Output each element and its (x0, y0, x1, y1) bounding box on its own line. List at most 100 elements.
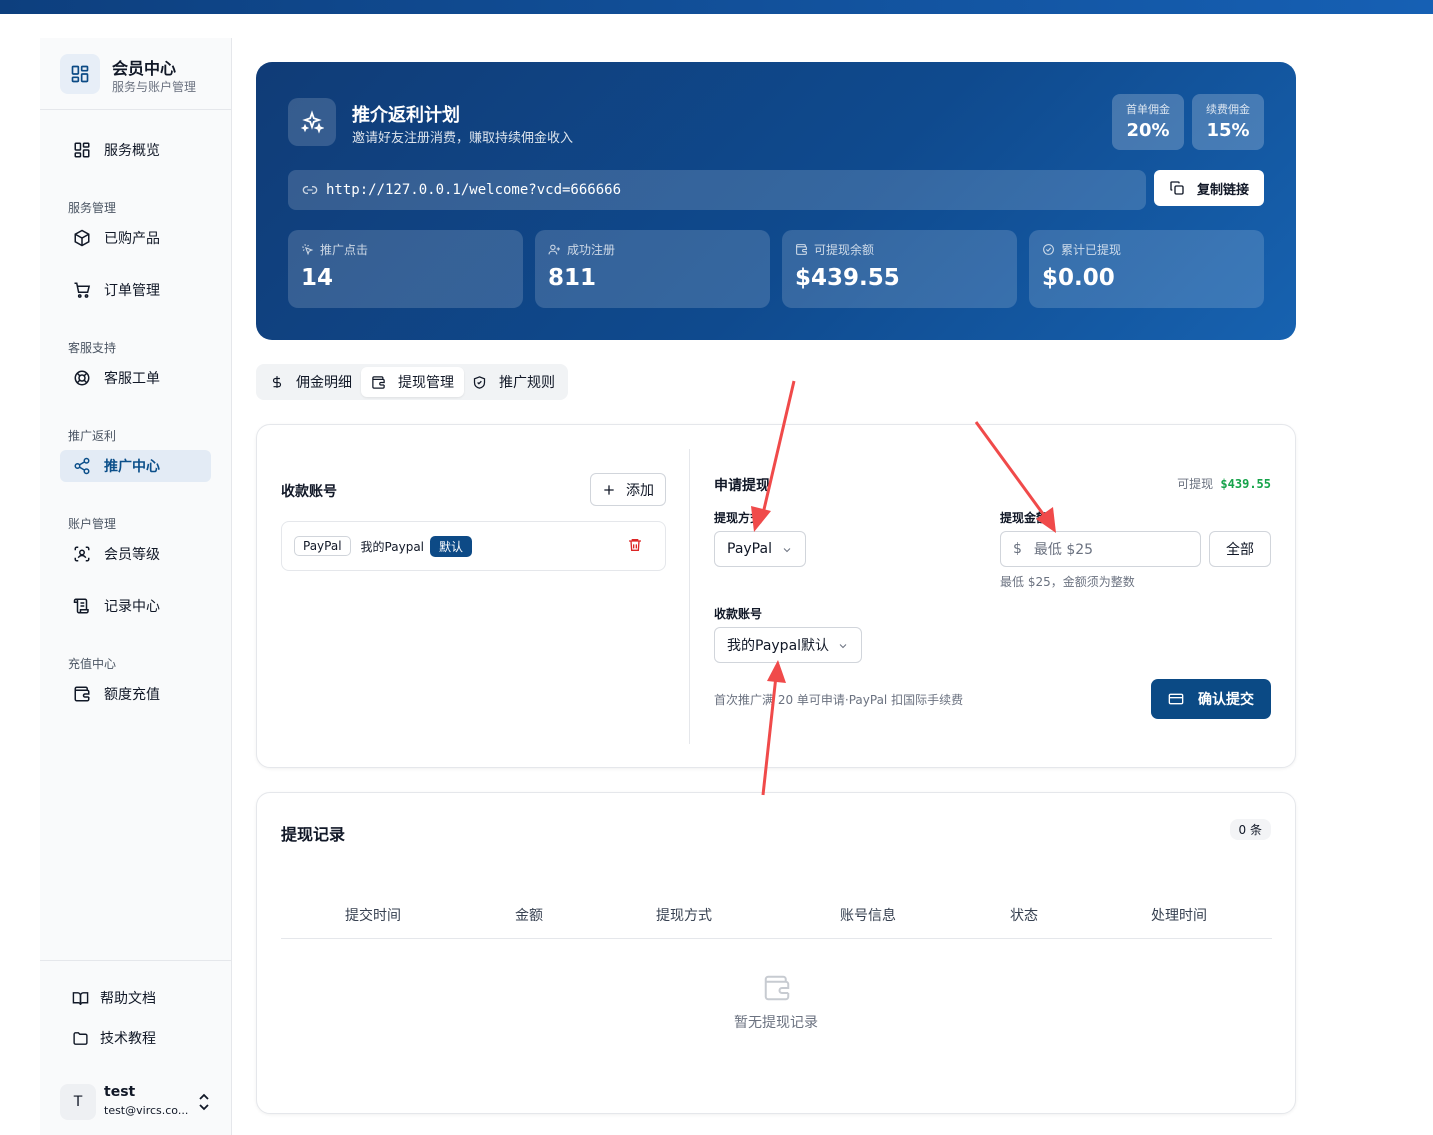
user-email: test@vircs.co... (104, 1104, 189, 1117)
stat-label: 推广点击 (320, 243, 369, 257)
link-icon (302, 182, 318, 198)
panel-divider (689, 449, 690, 744)
dollar-icon (270, 374, 284, 390)
shopping-cart-icon (72, 280, 92, 300)
amount-label: 提现金额 (1000, 511, 1049, 525)
sidebar-link-tutorials[interactable]: 技术教程 (70, 1028, 156, 1048)
chevron-down-icon (781, 544, 793, 556)
payout-account-label: 收款账号 (714, 607, 763, 621)
available-label: 可提现 (1177, 477, 1214, 491)
amount-hint: 最低 $25，金额须为整数 (1000, 575, 1135, 589)
sidebar-item-overview[interactable]: 服务概览 (60, 134, 211, 166)
stat-total-withdrawn: 累计已提现 $0.00 (1029, 230, 1264, 308)
wallet-icon (795, 243, 808, 256)
account-name: 我的Paypal (360, 539, 425, 554)
stat-label: 累计已提现 (1061, 243, 1122, 257)
sidebar-item-purchased[interactable]: 已购产品 (60, 222, 211, 254)
pointer-click-icon (301, 243, 314, 256)
nav-group-service: 服务管理 (68, 201, 117, 215)
referral-tabs: 佣金明细 提现管理 推广规则 (256, 364, 568, 400)
chevrons-up-down-icon[interactable] (196, 1092, 212, 1112)
currency-symbol: $ (1013, 541, 1022, 557)
account-type-chip: PayPal (294, 536, 351, 556)
column-header: 提现方式 (656, 908, 712, 924)
copy-link-button[interactable]: 复制链接 (1154, 170, 1264, 206)
confirm-submit-label: 确认提交 (1198, 692, 1254, 708)
confirm-submit-button[interactable]: 确认提交 (1151, 679, 1271, 719)
stat-value: 14 (301, 265, 334, 291)
tab-label: 提现管理 (398, 375, 454, 391)
column-header: 金额 (515, 908, 543, 924)
payout-account-row[interactable]: PayPal 我的Paypal 默认 (281, 521, 666, 571)
sidebar-item-records[interactable]: 记录中心 (60, 590, 211, 622)
sidebar-link-label: 技术教程 (100, 1031, 156, 1047)
renew-commission-label: 续费佣金 (1206, 103, 1250, 116)
payout-account-select[interactable]: 我的Paypal默认 (714, 627, 862, 663)
stat-value: 811 (548, 265, 597, 291)
sidebar-item-label: 记录中心 (104, 599, 160, 615)
withdraw-all-button[interactable]: 全部 (1209, 531, 1271, 567)
trash-icon[interactable] (627, 537, 643, 553)
sidebar-item-tickets[interactable]: 客服工单 (60, 362, 211, 394)
withdraw-amount-input[interactable]: $ 最低 $25 (1000, 531, 1201, 567)
book-open-icon (70, 988, 90, 1008)
sidebar-item-orders[interactable]: 订单管理 (60, 274, 211, 306)
hero-title: 推介返利计划 (352, 105, 460, 126)
stat-available-balance: 可提现余额 $439.55 (782, 230, 1017, 308)
first-commission-badge: 首单佣金 20% (1112, 94, 1184, 150)
sidebar-item-referral-center[interactable]: 推广中心 (60, 450, 211, 482)
scroll-icon (72, 596, 92, 616)
records-title: 提现记录 (281, 825, 346, 844)
column-header: 提交时间 (345, 908, 401, 924)
stat-clicks: 推广点击 14 (288, 230, 523, 308)
renew-commission-badge: 续费佣金 15% (1192, 94, 1264, 150)
withdraw-method-select[interactable]: PayPal (714, 531, 806, 567)
copy-icon (1169, 180, 1185, 196)
tab-withdraw[interactable]: 提现管理 (361, 367, 464, 397)
sidebar-link-help-docs[interactable]: 帮助文档 (70, 988, 156, 1008)
sparkles-icon (288, 98, 336, 146)
stat-label: 成功注册 (567, 243, 616, 257)
stat-registrations: 成功注册 811 (535, 230, 770, 308)
dashboard-grid-icon (60, 54, 100, 94)
first-commission-label: 首单佣金 (1126, 103, 1170, 116)
tab-rules[interactable]: 推广规则 (462, 367, 565, 397)
stat-value: $0.00 (1042, 265, 1115, 291)
withdraw-records-panel: 提现记录 0 条 提交时间 金额 提现方式 账号信息 状态 处理时间 暂无提现记… (256, 792, 1296, 1114)
sidebar-item-label: 订单管理 (104, 283, 160, 299)
empty-wallet-icon (762, 973, 792, 1003)
nav-group-referral: 推广返利 (68, 429, 117, 443)
hero-subtitle: 邀请好友注册消费，赚取持续佣金收入 (352, 131, 574, 146)
sidebar-divider (40, 960, 231, 961)
scan-face-icon (72, 544, 92, 564)
folder-icon (70, 1028, 90, 1048)
sidebar-item-quota-recharge[interactable]: 额度充值 (60, 678, 211, 710)
life-buoy-icon (72, 368, 92, 388)
withdraw-panel: 收款账号 添加 PayPal 我的Paypal 默认 申请提现 可提现 $439… (256, 424, 1296, 768)
referral-link-field[interactable]: http://127.0.0.1/welcome?vcd=666666 (288, 170, 1146, 210)
user-plus-icon (548, 243, 561, 256)
dashboard-grid-icon (72, 140, 92, 160)
amount-placeholder: 最低 $25 (1033, 542, 1094, 558)
stat-value: $439.55 (795, 265, 900, 291)
nav-group-recharge: 充值中心 (68, 657, 117, 671)
referral-url: http://127.0.0.1/welcome?vcd=666666 (326, 182, 622, 198)
check-circle-icon (1042, 243, 1055, 256)
column-header: 账号信息 (840, 908, 896, 924)
default-badge: 默认 (430, 535, 473, 557)
user-menu[interactable]: T test test@vircs.co... (60, 1082, 220, 1122)
sidebar-item-label: 额度充值 (104, 687, 160, 703)
column-header: 处理时间 (1151, 908, 1207, 924)
sidebar-item-label: 推广中心 (104, 459, 160, 475)
tab-commission[interactable]: 佣金明细 (260, 367, 362, 397)
sidebar-item-label: 服务概览 (104, 143, 160, 159)
method-label: 提现方式 (714, 511, 763, 525)
sidebar-item-member-level[interactable]: 会员等级 (60, 538, 211, 570)
sidebar-item-label: 已购产品 (104, 231, 160, 247)
available-amount: 可提现 $439.55 (1177, 475, 1271, 492)
add-account-button[interactable]: 添加 (590, 473, 666, 506)
records-count-badge: 0 条 (1229, 819, 1271, 840)
credit-card-icon (1168, 691, 1184, 707)
nav-group-support: 客服支持 (68, 341, 117, 355)
brand-header: 会员中心 服务与账户管理 (40, 38, 231, 110)
